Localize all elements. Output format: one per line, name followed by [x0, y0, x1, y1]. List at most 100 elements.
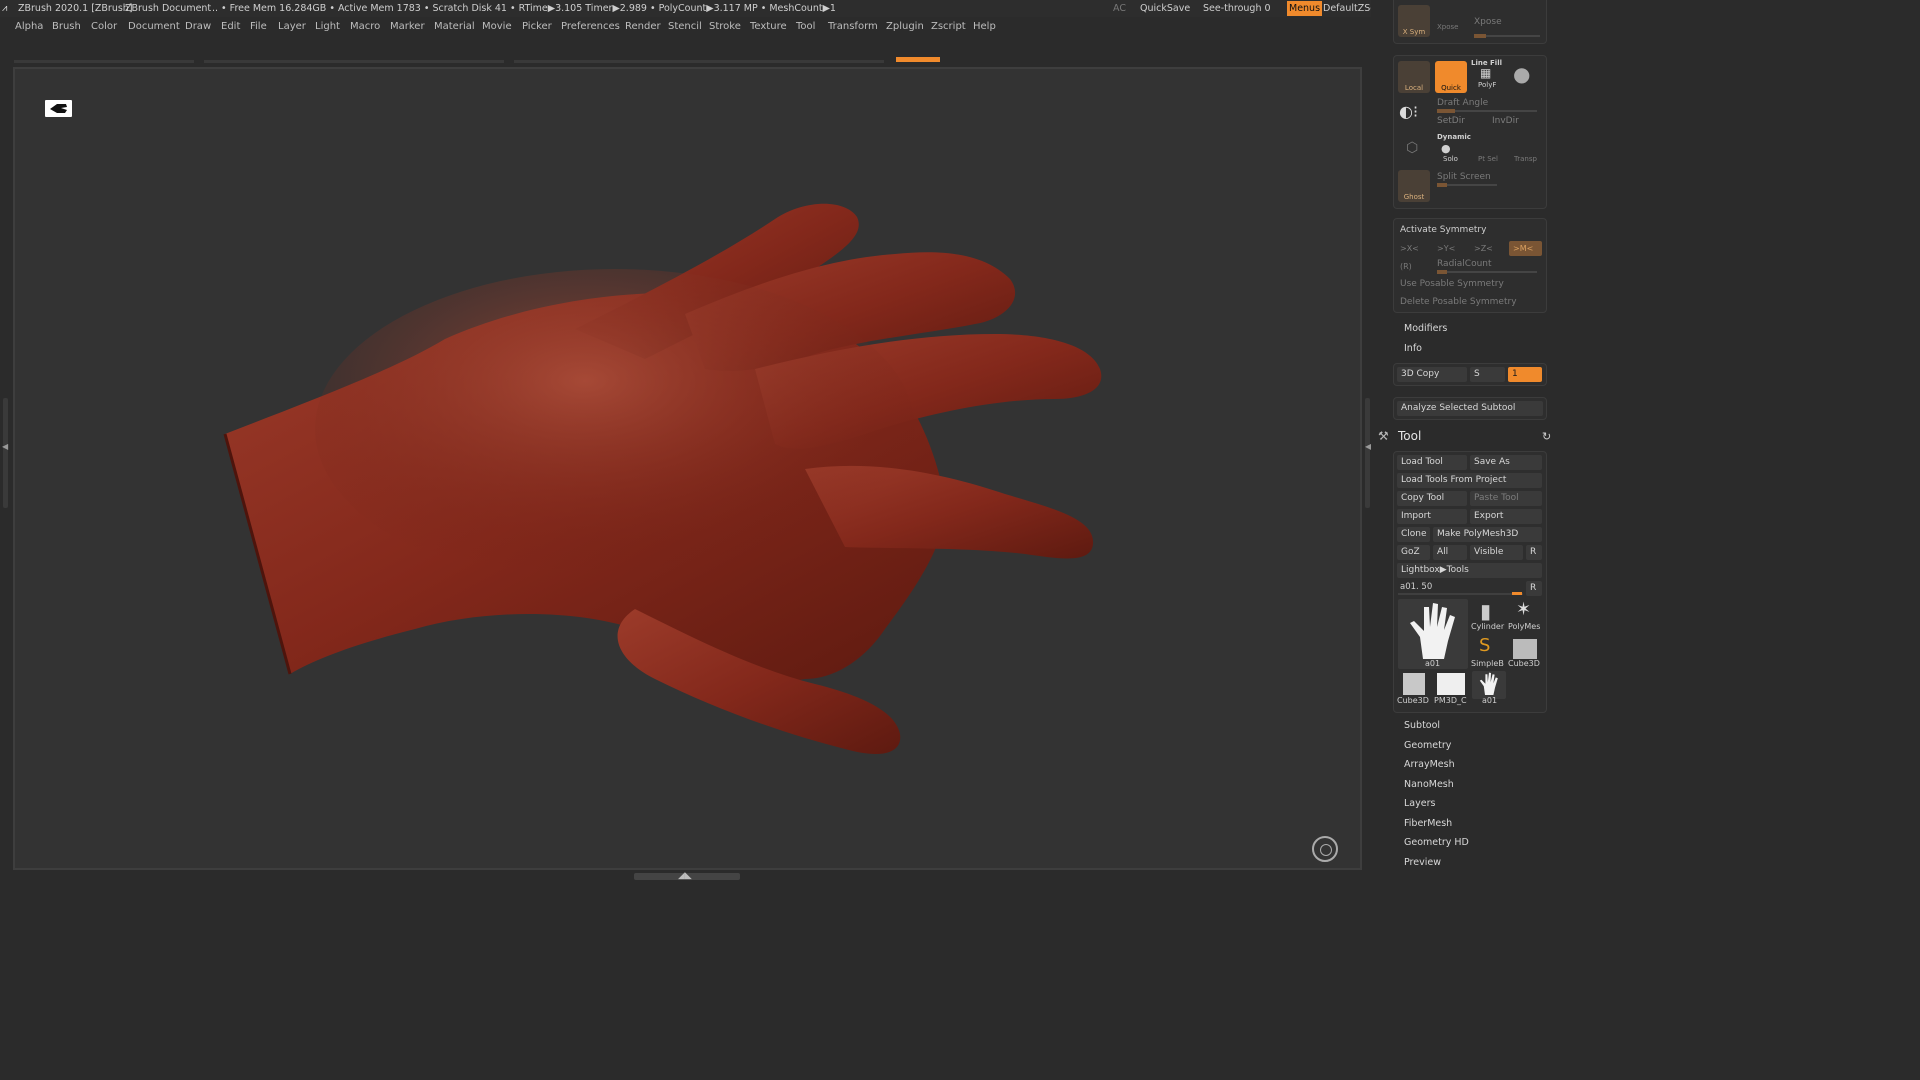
sym-z-button[interactable]: >Z<	[1474, 244, 1493, 253]
cylinder-thumb-icon[interactable]: ▮	[1480, 599, 1491, 623]
menu-alpha[interactable]: Alpha	[15, 17, 43, 37]
left-dock-arrow-icon[interactable]: ◀	[2, 442, 8, 451]
menu-texture[interactable]: Texture	[750, 17, 787, 37]
geometry-hd-section[interactable]: Geometry HD	[1404, 837, 1469, 848]
menu-stencil[interactable]: Stencil	[668, 17, 702, 37]
sym-m-button[interactable]: >M<	[1509, 241, 1542, 256]
copy-tool-button[interactable]: Copy Tool	[1397, 491, 1467, 506]
menu-preferences[interactable]: Preferences	[561, 17, 620, 37]
fibermesh-section[interactable]: FiberMesh	[1404, 818, 1452, 829]
invdir-button[interactable]: InvDir	[1488, 114, 1540, 129]
sym-x-button[interactable]: >X<	[1400, 244, 1419, 253]
tool-slider-thumb[interactable]	[1512, 592, 1522, 595]
cube3d-thumb-icon[interactable]	[1403, 673, 1425, 695]
activate-symmetry-button[interactable]: Activate Symmetry	[1400, 225, 1486, 235]
menus-button[interactable]: Menus	[1287, 1, 1323, 16]
star-thumb-icon[interactable]: ✶	[1516, 599, 1531, 620]
menu-zplugin[interactable]: Zplugin	[886, 17, 924, 37]
left-dock-handle[interactable]	[3, 398, 8, 508]
subtool-section[interactable]: Subtool	[1404, 720, 1440, 731]
polyframe-icon[interactable]: ▦	[1480, 66, 1491, 80]
zbrush-logo-icon[interactable]: ⩘	[2, 0, 7, 17]
quick-button[interactable]: Quick	[1435, 61, 1467, 93]
tool-slider[interactable]	[1398, 593, 1523, 595]
copy3d-s-button[interactable]: S	[1470, 367, 1505, 382]
menu-document[interactable]: Document	[128, 17, 180, 37]
menu-material[interactable]: Material	[434, 17, 475, 37]
arraymesh-section[interactable]: ArrayMesh	[1404, 759, 1455, 770]
solo-icon[interactable]: ●	[1441, 142, 1451, 155]
nanomesh-section[interactable]: NanoMesh	[1404, 779, 1454, 790]
tool-thumb-a01-small[interactable]	[1472, 671, 1506, 699]
draft-angle-slider[interactable]	[1437, 109, 1537, 113]
contrast-icon[interactable]: ◐⁝	[1399, 102, 1418, 121]
tool-palette-title[interactable]: Tool	[1398, 429, 1421, 443]
split-screen-label[interactable]: Split Screen	[1437, 172, 1491, 182]
tool-r-button[interactable]: R	[1526, 581, 1542, 596]
tool-hammer-icon[interactable]: ⚒	[1378, 429, 1389, 443]
radial-r-button[interactable]: (R)	[1400, 262, 1412, 271]
info-section[interactable]: Info	[1404, 343, 1422, 354]
copy3d-count-field[interactable]: 1	[1508, 367, 1542, 382]
menu-tool[interactable]: Tool	[796, 17, 815, 37]
simplebrush-thumb-icon[interactable]: S	[1479, 635, 1490, 656]
transparency-sphere-icon[interactable]: ●	[1513, 62, 1530, 86]
sym-y-button[interactable]: >Y<	[1437, 244, 1455, 253]
use-posable-symmetry-button[interactable]: Use Posable Symmetry	[1400, 279, 1504, 289]
document-canvas[interactable]	[13, 67, 1362, 870]
menu-picker[interactable]: Picker	[522, 17, 552, 37]
xpose-slider[interactable]	[1474, 34, 1540, 38]
right-dock-handle[interactable]	[1365, 398, 1370, 508]
ghost-button[interactable]: Ghost	[1398, 170, 1430, 202]
copy3d-button[interactable]: 3D Copy	[1397, 367, 1467, 382]
menu-color[interactable]: Color	[91, 17, 117, 37]
expand-arrows-icon[interactable]: ◢◣	[678, 871, 692, 881]
clone-button[interactable]: Clone	[1397, 527, 1430, 542]
load-tools-from-project-button[interactable]: Load Tools From Project	[1397, 473, 1542, 488]
menu-draw[interactable]: Draw	[185, 17, 211, 37]
menu-marker[interactable]: Marker	[390, 17, 425, 37]
goz-r-button[interactable]: R	[1526, 545, 1542, 560]
cube-icon[interactable]: ⬡	[1406, 140, 1418, 156]
shelf-active-indicator[interactable]	[896, 57, 940, 62]
pm3d-thumb-icon[interactable]	[1437, 673, 1465, 695]
export-button[interactable]: Export	[1470, 509, 1542, 524]
menu-file[interactable]: File	[250, 17, 267, 37]
menu-movie[interactable]: Movie	[482, 17, 512, 37]
ptsel-label[interactable]: Pt Sel	[1478, 155, 1498, 163]
goz-all-button[interactable]: All	[1433, 545, 1467, 560]
modifiers-section[interactable]: Modifiers	[1404, 323, 1447, 334]
menu-render[interactable]: Render	[625, 17, 661, 37]
layers-section[interactable]: Layers	[1404, 798, 1435, 809]
load-tool-button[interactable]: Load Tool	[1397, 455, 1467, 470]
reset-icon[interactable]: ↻	[1542, 430, 1551, 443]
save-as-button[interactable]: Save As	[1470, 455, 1542, 470]
delete-posable-symmetry-button[interactable]: Delete Posable Symmetry	[1400, 297, 1517, 307]
navigation-gizmo-icon[interactable]	[1312, 836, 1338, 862]
radial-count-slider[interactable]	[1437, 270, 1537, 274]
make-polymesh-button[interactable]: Make PolyMesh3D	[1433, 527, 1542, 542]
setdir-button[interactable]: SetDir	[1433, 114, 1485, 129]
menu-macro[interactable]: Macro	[350, 17, 380, 37]
menu-zscript[interactable]: Zscript	[931, 17, 966, 37]
menu-edit[interactable]: Edit	[221, 17, 240, 37]
split-screen-slider[interactable]	[1437, 183, 1497, 187]
pan-hand-icon[interactable]	[45, 100, 72, 117]
quicksave-button[interactable]: QuickSave	[1140, 0, 1190, 17]
local-button[interactable]: Local	[1398, 61, 1430, 93]
import-button[interactable]: Import	[1397, 509, 1467, 524]
goz-visible-button[interactable]: Visible	[1470, 545, 1523, 560]
menu-layer[interactable]: Layer	[278, 17, 306, 37]
xsym-button[interactable]: X Sym	[1398, 5, 1430, 37]
transp-label[interactable]: Transp	[1514, 155, 1537, 163]
analyze-subtool-button[interactable]: Analyze Selected Subtool	[1397, 401, 1543, 416]
menu-light[interactable]: Light	[315, 17, 340, 37]
menu-brush[interactable]: Brush	[52, 17, 81, 37]
menu-transform[interactable]: Transform	[828, 17, 878, 37]
paste-tool-button[interactable]: Paste Tool	[1470, 491, 1542, 506]
goz-button[interactable]: GoZ	[1397, 545, 1430, 560]
lightbox-tools-button[interactable]: Lightbox▶Tools	[1397, 563, 1542, 578]
preview-section[interactable]: Preview	[1404, 857, 1441, 868]
cube-thumb-icon[interactable]	[1513, 639, 1537, 659]
menu-help[interactable]: Help	[973, 17, 996, 37]
